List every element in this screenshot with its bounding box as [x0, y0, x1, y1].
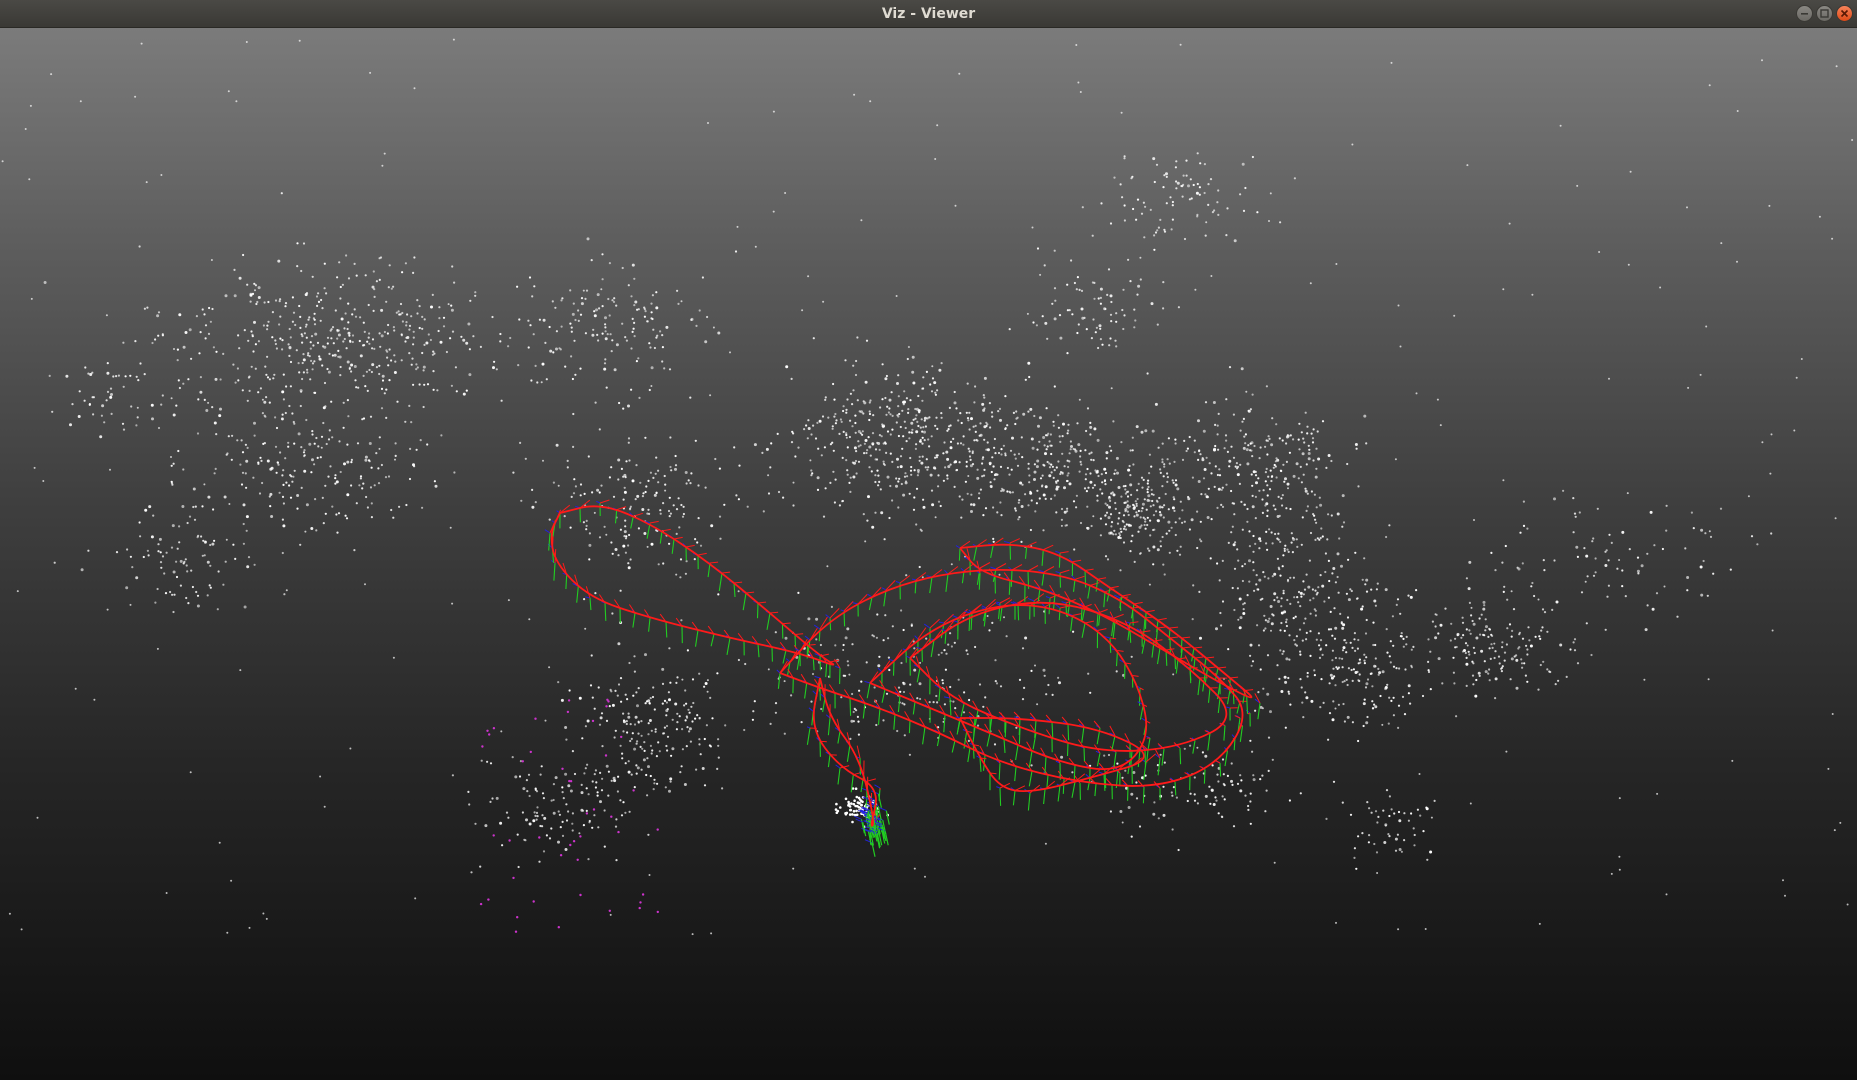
close-icon — [1840, 9, 1849, 18]
point-cloud — [1, 38, 1854, 936]
minimize-button[interactable] — [1796, 5, 1813, 22]
minimize-icon — [1801, 13, 1808, 15]
scene-canvas[interactable] — [0, 28, 1857, 1080]
camera-trajectory — [550, 505, 1253, 827]
3d-viewport[interactable] — [0, 28, 1857, 1080]
camera-pose-axes — [544, 499, 1261, 857]
window-controls — [1796, 5, 1853, 23]
window-title: Viz - Viewer — [881, 6, 976, 22]
viz-viewer-window: Viz - Viewer — [0, 0, 1857, 1080]
close-button[interactable] — [1836, 5, 1853, 22]
maximize-button[interactable] — [1816, 5, 1833, 22]
maximize-icon — [1820, 9, 1829, 18]
title-bar[interactable]: Viz - Viewer — [0, 0, 1857, 28]
